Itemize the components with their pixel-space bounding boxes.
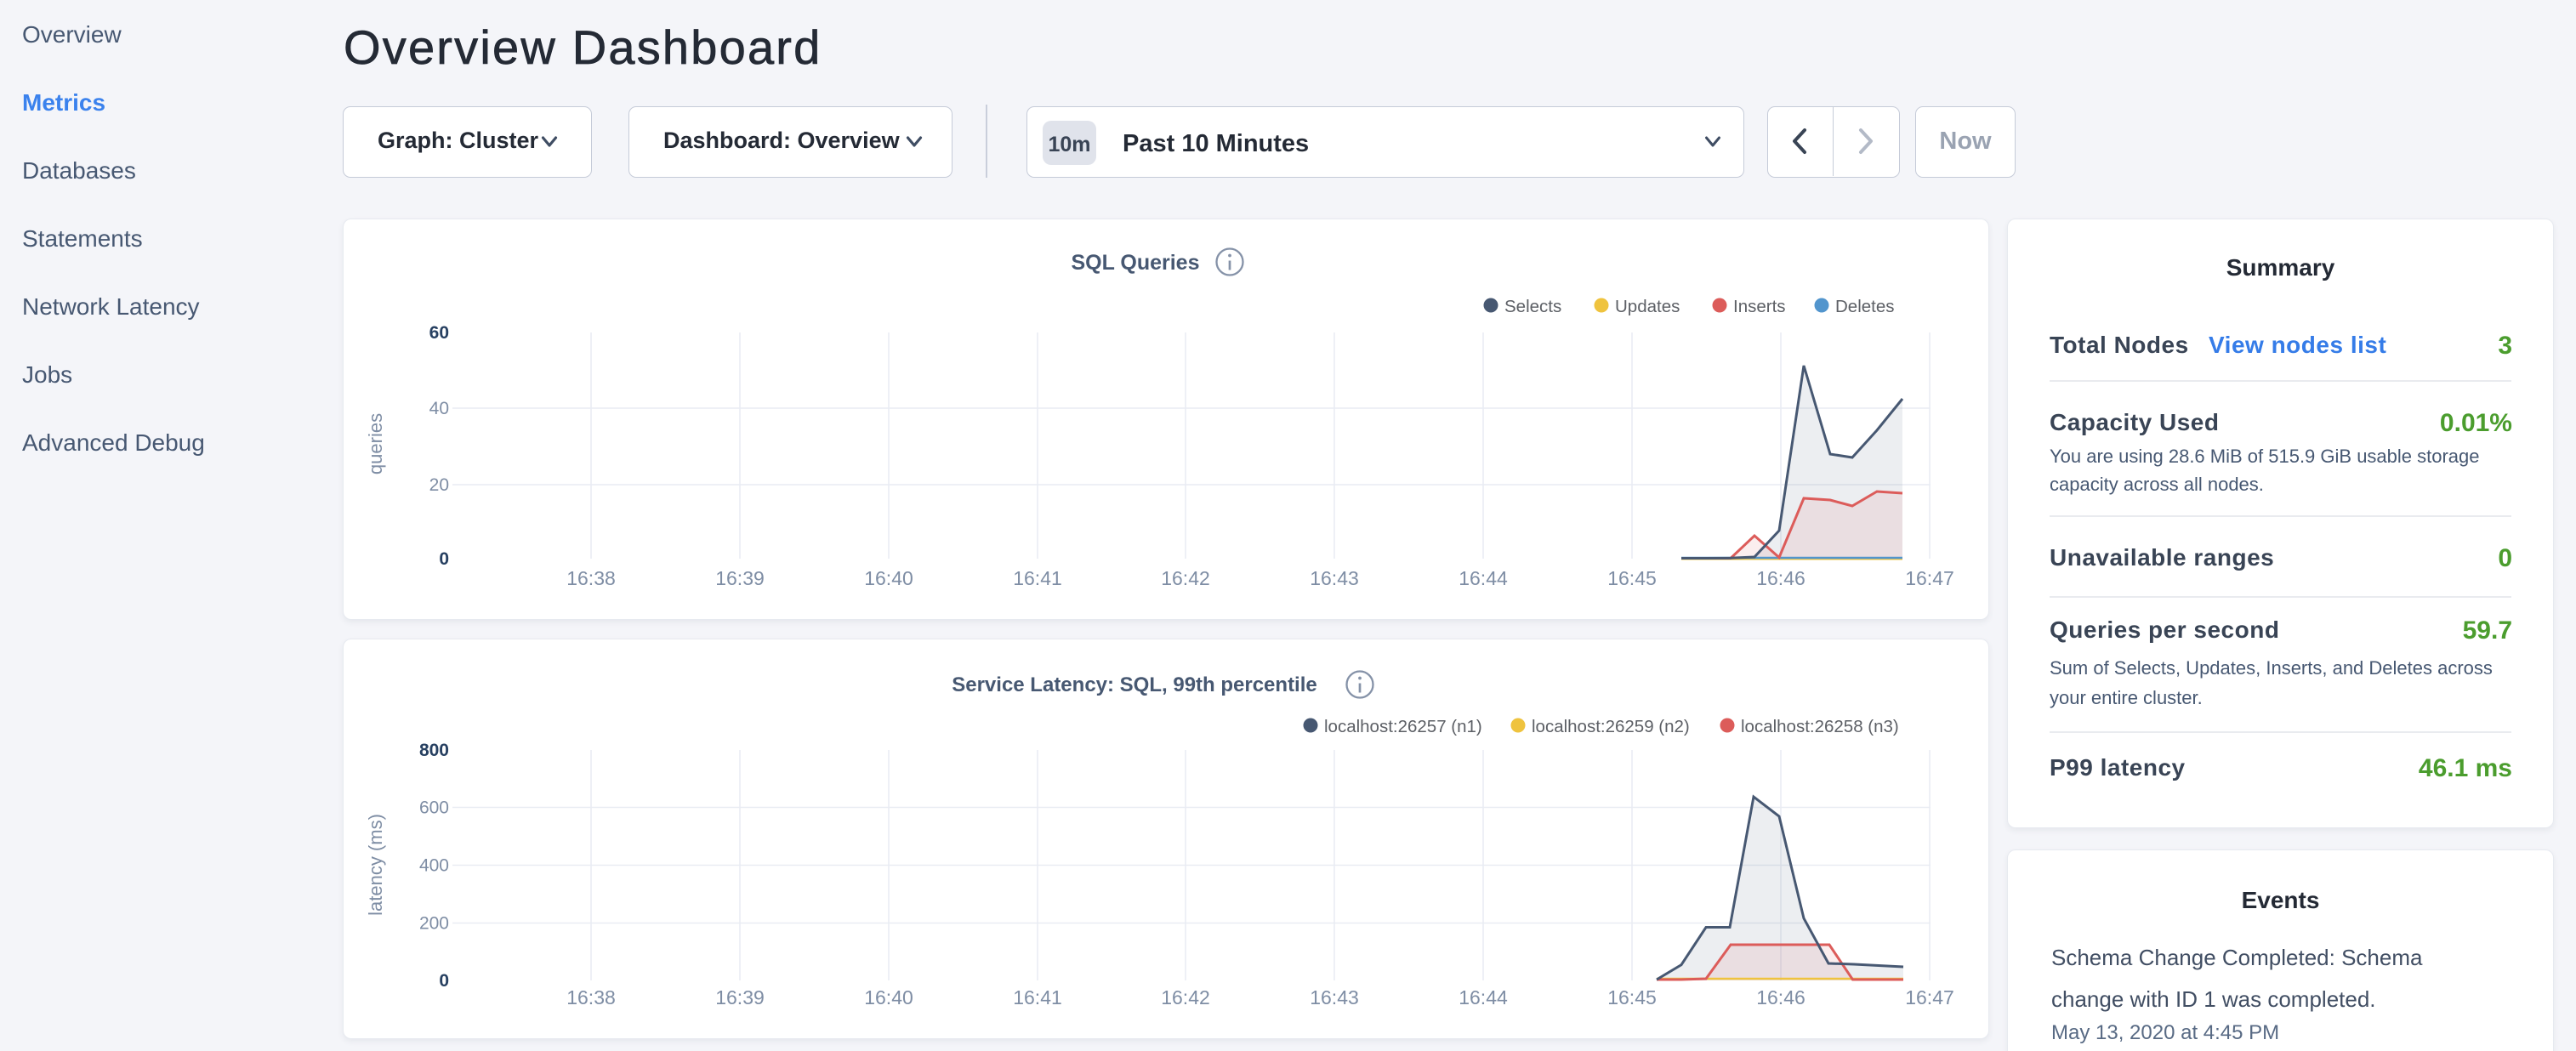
svg-text:localhost:26259 (n2): localhost:26259 (n2) — [1532, 717, 1690, 736]
svg-text:16:39: 16:39 — [715, 986, 765, 1008]
svg-text:Updates: Updates — [1615, 297, 1680, 316]
svg-text:16:45: 16:45 — [1607, 986, 1657, 1008]
svg-text:60: 60 — [429, 323, 449, 343]
svg-text:16:43: 16:43 — [1310, 986, 1359, 1008]
svg-text:16:40: 16:40 — [864, 567, 913, 589]
svg-text:16:42: 16:42 — [1161, 986, 1210, 1008]
svg-text:16:46: 16:46 — [1756, 986, 1805, 1008]
svg-text:600: 600 — [419, 798, 449, 818]
svg-text:800: 800 — [419, 741, 449, 760]
svg-text:Service Latency: SQL, 99th per: Service Latency: SQL, 99th percentile — [952, 673, 1317, 696]
svg-text:16:41: 16:41 — [1013, 986, 1062, 1008]
svg-text:200: 200 — [419, 914, 449, 934]
svg-text:16:44: 16:44 — [1459, 567, 1508, 589]
svg-text:localhost:26257 (n1): localhost:26257 (n1) — [1324, 717, 1482, 736]
svg-text:16:45: 16:45 — [1607, 567, 1657, 589]
svg-text:SQL Queries: SQL Queries — [1072, 251, 1200, 275]
svg-text:16:38: 16:38 — [566, 986, 616, 1008]
svg-text:400: 400 — [419, 856, 449, 876]
svg-text:localhost:26258 (n3): localhost:26258 (n3) — [1741, 717, 1899, 736]
svg-text:0: 0 — [439, 971, 449, 991]
svg-text:0: 0 — [439, 549, 449, 569]
svg-text:Deletes: Deletes — [1835, 297, 1895, 316]
svg-text:16:43: 16:43 — [1310, 567, 1359, 589]
svg-text:40: 40 — [429, 399, 449, 418]
svg-text:16:39: 16:39 — [715, 567, 765, 589]
svg-text:16:38: 16:38 — [566, 567, 616, 589]
svg-text:20: 20 — [429, 475, 449, 495]
svg-text:Inserts: Inserts — [1733, 297, 1786, 316]
svg-text:16:47: 16:47 — [1905, 986, 1954, 1008]
svg-text:16:40: 16:40 — [864, 986, 913, 1008]
svg-text:Selects: Selects — [1504, 297, 1561, 316]
svg-text:16:41: 16:41 — [1013, 567, 1062, 589]
svg-text:16:44: 16:44 — [1459, 986, 1508, 1008]
svg-text:queries: queries — [365, 413, 386, 474]
svg-text:16:46: 16:46 — [1756, 567, 1805, 589]
svg-text:16:47: 16:47 — [1905, 567, 1954, 589]
svg-text:latency (ms): latency (ms) — [365, 814, 386, 916]
svg-text:16:42: 16:42 — [1161, 567, 1210, 589]
